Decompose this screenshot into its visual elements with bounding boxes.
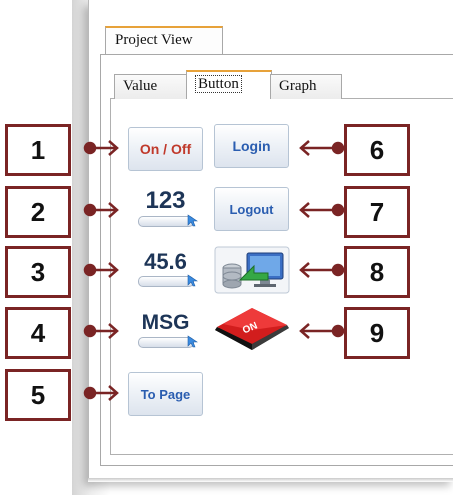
callout-label-7: 7 [344,186,410,238]
callout-label-1: 1 [5,124,71,176]
callout-label-6: 6 [344,124,410,176]
callout-label-2: 2 [5,186,71,238]
callout-label-3: 3 [5,246,71,298]
callout-label-8: 8 [344,246,410,298]
callout-label-9: 9 [344,307,410,359]
callout-label-4: 4 [5,307,71,359]
callout-label-5: 5 [5,369,71,421]
